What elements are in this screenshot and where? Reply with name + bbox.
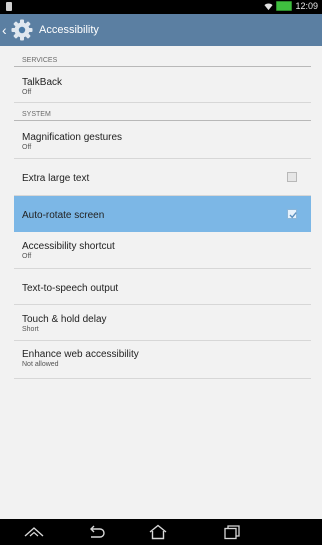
checkmark-icon <box>289 212 297 219</box>
action-bar: ‹ Accessibility <box>0 14 322 46</box>
setting-subtitle: Off <box>22 144 32 151</box>
navigation-bar <box>0 519 322 545</box>
page-title: Accessibility <box>39 24 99 36</box>
back-icon[interactable] <box>84 524 108 540</box>
section-header-services: SERVICES <box>14 54 311 67</box>
setting-enhance-web-accessibility[interactable]: Enhance web accessibility Not allowed <box>14 341 311 379</box>
settings-list: SERVICES TalkBack Off SYSTEM Magnificati… <box>0 46 322 519</box>
setting-extra-large-text[interactable]: Extra large text <box>14 159 311 196</box>
gear-icon[interactable] <box>10 18 34 42</box>
setting-subtitle: Off <box>22 253 32 260</box>
auto-rotate-checkbox[interactable] <box>287 209 297 219</box>
setting-talkback[interactable]: TalkBack Off <box>14 67 311 103</box>
status-bar: 12:09 <box>0 0 322 14</box>
setting-subtitle: Off <box>22 89 32 96</box>
setting-title: Touch & hold delay <box>22 314 107 325</box>
setting-title: Enhance web accessibility <box>22 349 139 360</box>
setting-subtitle: Short <box>22 326 39 333</box>
setting-title: Auto-rotate screen <box>22 210 105 221</box>
setting-auto-rotate-screen[interactable]: Auto-rotate screen <box>14 196 311 232</box>
setting-accessibility-shortcut[interactable]: Accessibility shortcut Off <box>14 232 311 269</box>
notification-icon <box>6 2 12 11</box>
recent-apps-icon[interactable] <box>219 524 243 540</box>
setting-magnification-gestures[interactable]: Magnification gestures Off <box>14 121 311 159</box>
setting-title: Extra large text <box>22 173 90 184</box>
recent-apps-up-icon[interactable] <box>22 524 46 540</box>
wifi-icon <box>264 3 274 10</box>
setting-title: TalkBack <box>22 77 63 88</box>
setting-subtitle: Not allowed <box>22 361 59 368</box>
home-icon[interactable] <box>146 524 170 540</box>
status-icons: 12:09 <box>264 1 318 11</box>
setting-title: Magnification gestures <box>22 132 123 143</box>
section-header-system: SYSTEM <box>14 108 311 121</box>
setting-text-to-speech-output[interactable]: Text-to-speech output <box>14 269 311 305</box>
up-caret-icon[interactable]: ‹ <box>2 22 8 38</box>
status-time: 12:09 <box>295 1 318 11</box>
setting-touch-hold-delay[interactable]: Touch & hold delay Short <box>14 305 311 341</box>
extra-large-text-checkbox[interactable] <box>287 172 297 182</box>
setting-title: Text-to-speech output <box>22 283 119 294</box>
setting-title: Accessibility shortcut <box>22 241 115 252</box>
battery-icon <box>276 1 293 11</box>
